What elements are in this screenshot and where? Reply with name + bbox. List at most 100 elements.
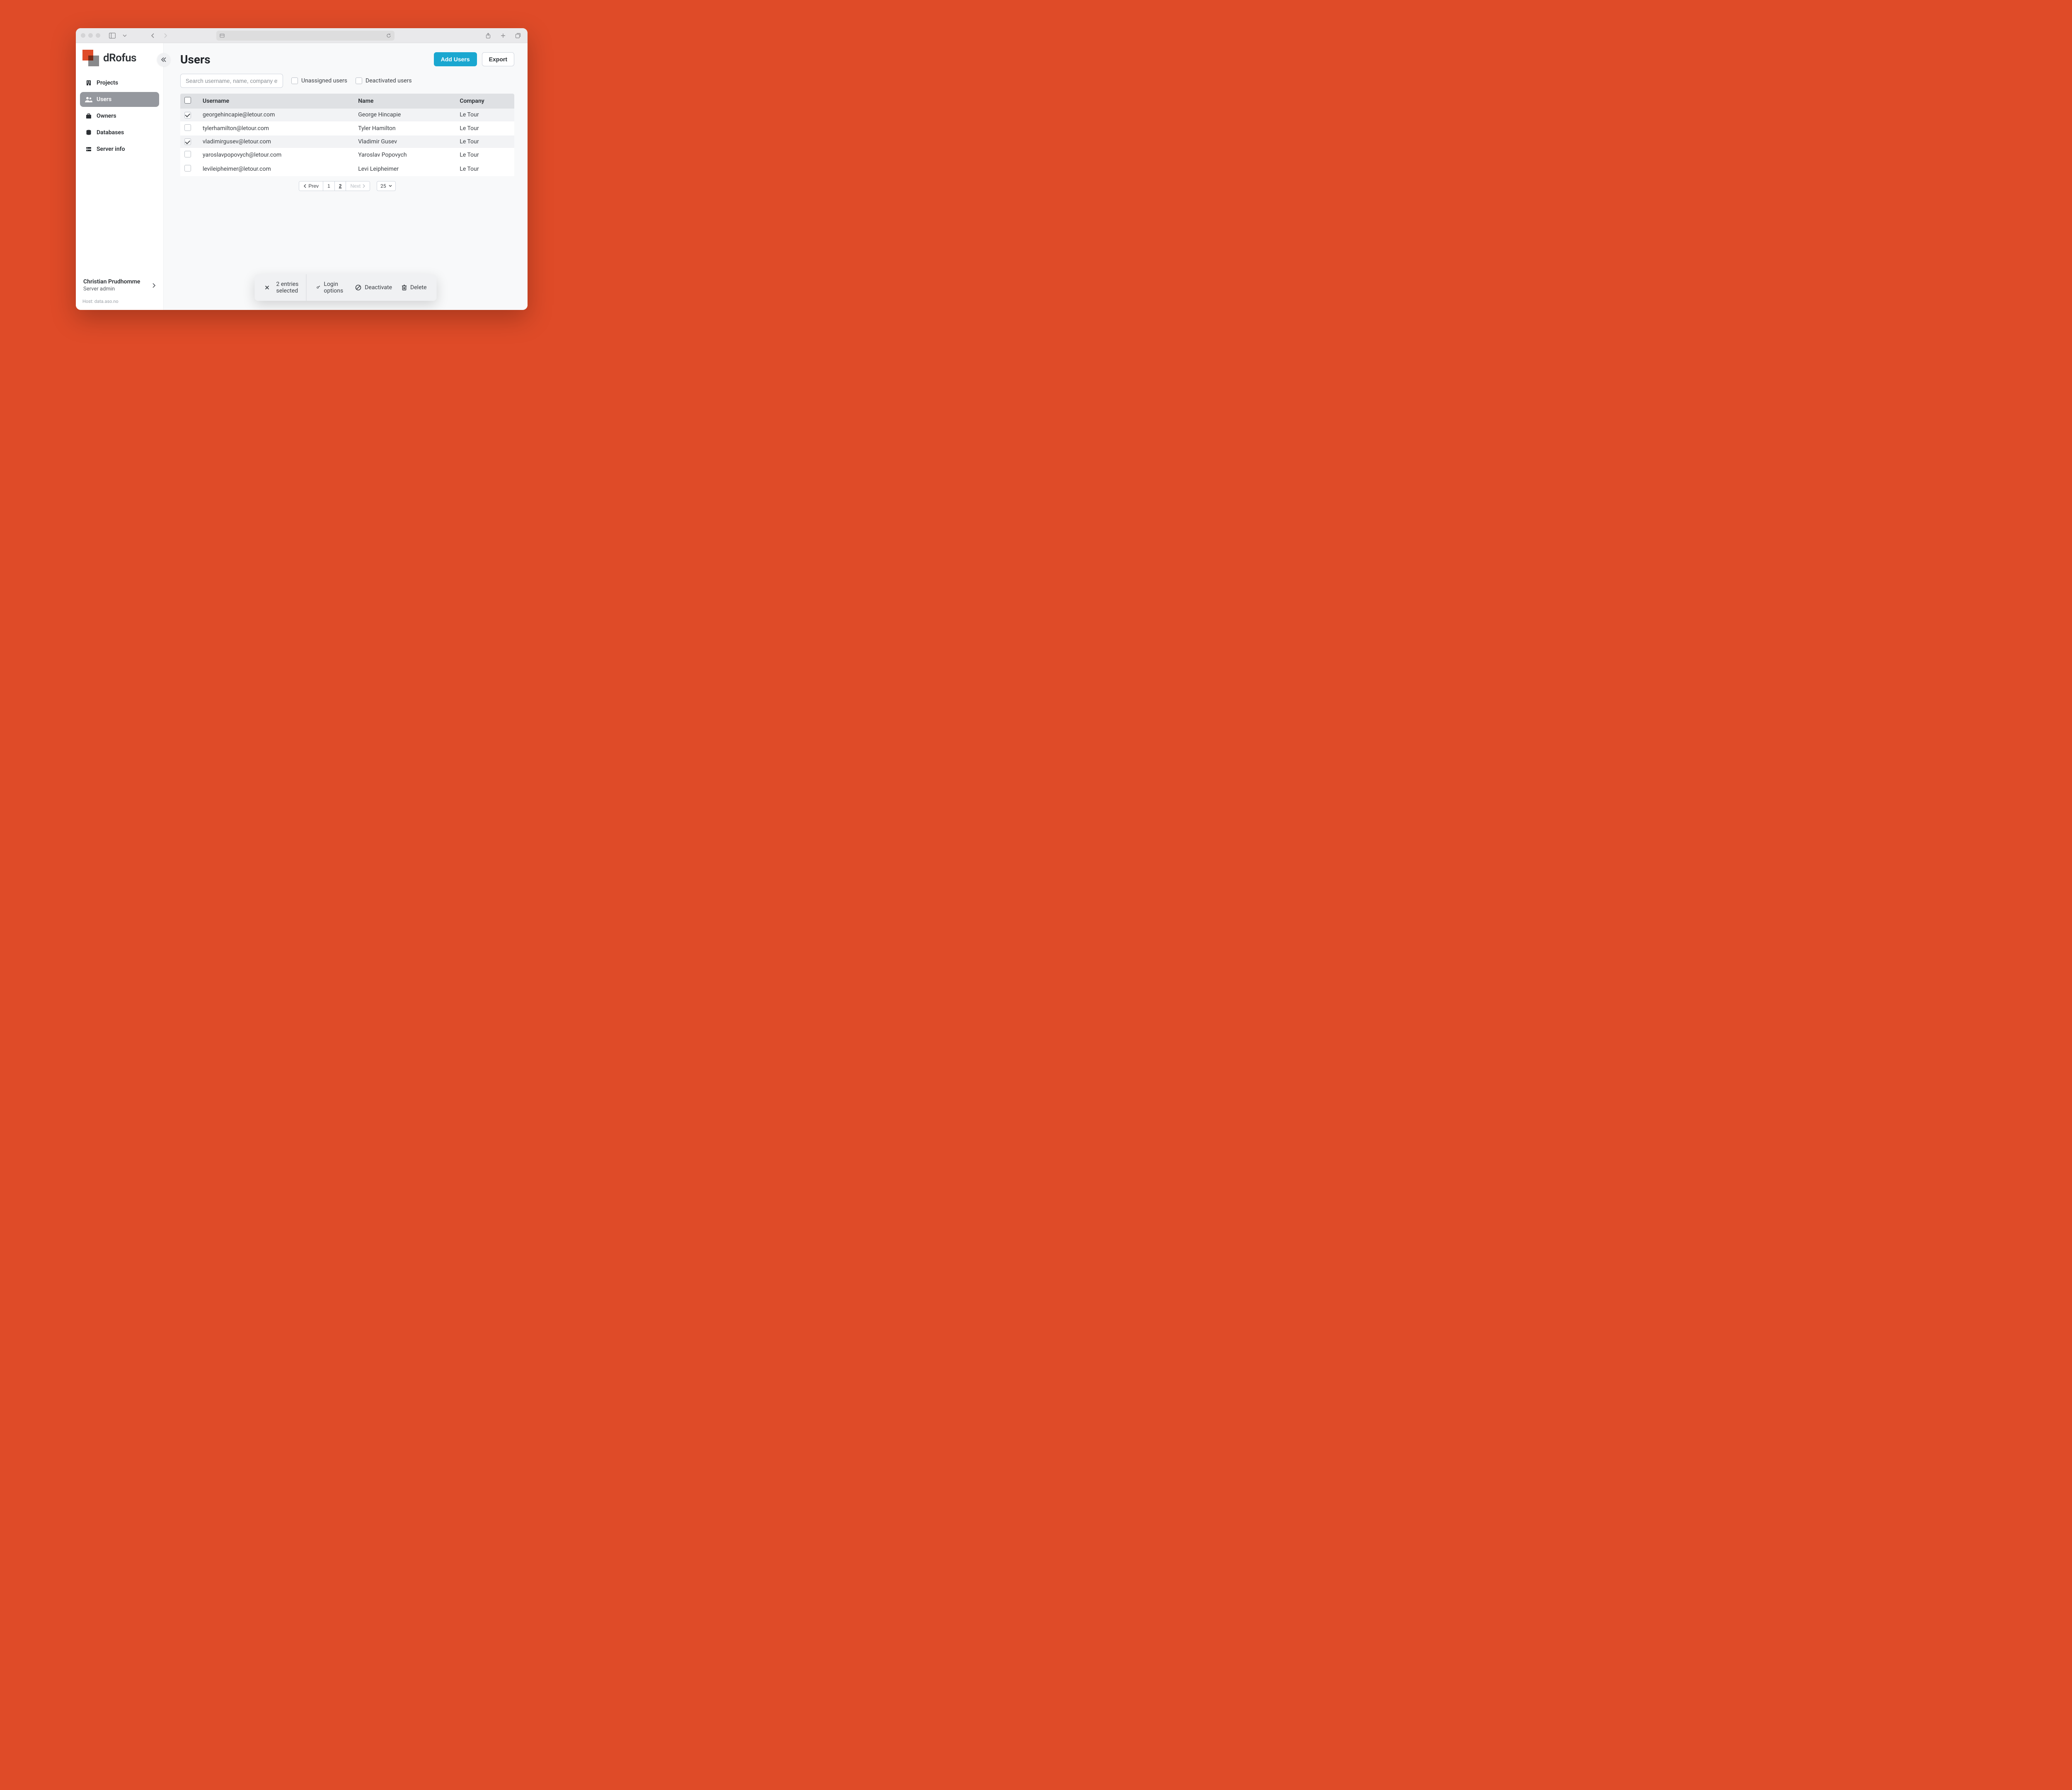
- profile-name: Christian Prudhomme: [83, 278, 140, 285]
- col-name[interactable]: Name: [354, 94, 455, 109]
- cell-company: Le Tour: [455, 148, 514, 162]
- col-username[interactable]: Username: [198, 94, 354, 109]
- select-all-checkbox[interactable]: [184, 97, 191, 104]
- login-options-button[interactable]: Login options: [314, 279, 348, 296]
- profile-card[interactable]: Christian Prudhomme Server admin: [82, 276, 157, 295]
- cell-company: Le Tour: [455, 109, 514, 121]
- sidebar-item-label: Owners: [97, 113, 116, 119]
- row-checkbox[interactable]: [184, 112, 191, 119]
- login-options-label: Login options: [324, 281, 346, 294]
- building-icon: [85, 80, 92, 86]
- pagination: Prev 1 2 Next: [299, 181, 370, 191]
- table-header-row: Username Name Company: [180, 94, 514, 109]
- brand-mark-icon: [82, 50, 99, 66]
- filter-unassigned[interactable]: Unassigned users: [291, 77, 347, 84]
- col-company[interactable]: Company: [455, 94, 514, 109]
- browser-window: dRofus Projects Users: [76, 28, 528, 310]
- deactivate-label: Deactivate: [365, 284, 392, 291]
- page-size-select[interactable]: 25: [377, 181, 396, 191]
- selection-action-bar: 2 entries selected Login options Deactiv…: [255, 274, 437, 301]
- table-row[interactable]: vladimirgusev@letour.com Vladimir Gusev …: [180, 135, 514, 148]
- nav-forward-icon[interactable]: [161, 31, 170, 40]
- delete-button[interactable]: Delete: [399, 283, 429, 293]
- page-2-button[interactable]: 2: [335, 181, 346, 191]
- row-checkbox[interactable]: [184, 124, 191, 131]
- sidebar-item-projects[interactable]: Projects: [80, 75, 159, 90]
- row-checkbox[interactable]: [184, 151, 191, 157]
- server-icon: [85, 146, 92, 152]
- sidebar-item-label: Users: [97, 96, 111, 103]
- profile-role: Server admin: [83, 286, 140, 292]
- filter-bar: Unassigned users Deactivated users: [164, 71, 528, 94]
- users-table: Username Name Company georgehincapie@let…: [180, 94, 514, 176]
- chevron-down-icon[interactable]: [120, 31, 129, 40]
- new-tab-icon[interactable]: [499, 31, 508, 40]
- row-checkbox[interactable]: [184, 138, 191, 145]
- sidebar-item-label: Databases: [97, 129, 124, 136]
- traffic-max-icon[interactable]: [96, 33, 100, 38]
- page-size-value: 25: [380, 183, 386, 189]
- sidebar-item-databases[interactable]: Databases: [80, 125, 159, 140]
- nav-back-icon[interactable]: [148, 31, 157, 40]
- sidebar-item-users[interactable]: Users: [80, 92, 159, 107]
- cell-company: Le Tour: [455, 121, 514, 135]
- page-1-button[interactable]: 1: [323, 181, 335, 191]
- delete-label: Delete: [410, 284, 426, 291]
- cell-name: Tyler Hamilton: [354, 121, 455, 135]
- checkbox-icon[interactable]: [356, 77, 362, 84]
- key-icon: [316, 284, 320, 291]
- sidebar-item-owners[interactable]: Owners: [80, 109, 159, 123]
- users-icon: [85, 96, 92, 103]
- pagination-row: Prev 1 2 Next 25: [180, 176, 514, 196]
- add-users-button[interactable]: Add Users: [434, 52, 477, 66]
- close-icon: [265, 285, 270, 290]
- filter-label: Unassigned users: [301, 77, 347, 84]
- cell-username: tylerhamilton@letour.com: [198, 121, 354, 135]
- filter-label: Deactivated users: [366, 77, 412, 84]
- cell-name: Levi Leipheimer: [354, 162, 455, 176]
- deactivate-button[interactable]: Deactivate: [352, 283, 395, 293]
- cell-company: Le Tour: [455, 162, 514, 176]
- share-icon[interactable]: [484, 31, 493, 40]
- brand-logo: dRofus: [80, 50, 159, 74]
- reload-icon[interactable]: [386, 33, 391, 38]
- filter-deactivated[interactable]: Deactivated users: [356, 77, 412, 84]
- sidebar-item-label: Projects: [97, 80, 118, 86]
- collapse-sidebar-button[interactable]: [157, 53, 170, 66]
- table-row[interactable]: georgehincapie@letour.com George Hincapi…: [180, 109, 514, 121]
- address-bar[interactable]: [216, 31, 395, 41]
- app-body: dRofus Projects Users: [76, 43, 528, 310]
- brand-name: dRofus: [103, 52, 136, 64]
- table-row[interactable]: yaroslavpopovych@letour.com Yaroslav Pop…: [180, 148, 514, 162]
- table-row[interactable]: levileipheimer@letour.com Levi Leipheime…: [180, 162, 514, 176]
- cell-name: George Hincapie: [354, 109, 455, 121]
- tabs-overview-icon[interactable]: [513, 31, 523, 40]
- sidebar-item-label: Server info: [97, 146, 125, 152]
- clear-selection-button[interactable]: [262, 283, 272, 292]
- prev-label: Prev: [308, 183, 319, 189]
- browser-chrome: [76, 28, 528, 43]
- sidebar-item-server-info[interactable]: Server info: [80, 142, 159, 157]
- chevron-right-icon: [152, 283, 156, 288]
- next-button[interactable]: Next: [346, 181, 370, 191]
- site-settings-icon: [220, 33, 225, 38]
- traffic-lights: [81, 33, 100, 38]
- selection-count-label: 2 entries selected: [276, 281, 299, 294]
- prev-button[interactable]: Prev: [299, 181, 323, 191]
- traffic-min-icon[interactable]: [88, 33, 93, 38]
- sidebar-toggle-icon[interactable]: [108, 31, 117, 40]
- cell-name: Vladimir Gusev: [354, 135, 455, 148]
- main-panel: Users Add Users Export Unassigned users …: [164, 43, 528, 310]
- sidebar-nav: Projects Users Owners: [80, 75, 159, 157]
- search-input[interactable]: [180, 74, 283, 88]
- page-title: Users: [180, 53, 211, 66]
- chevron-down-icon: [389, 184, 392, 188]
- export-button[interactable]: Export: [482, 52, 514, 66]
- cell-username: vladimirgusev@letour.com: [198, 135, 354, 148]
- cell-username: yaroslavpopovych@letour.com: [198, 148, 354, 162]
- table-row[interactable]: tylerhamilton@letour.com Tyler Hamilton …: [180, 121, 514, 135]
- checkbox-icon[interactable]: [291, 77, 298, 84]
- cell-username: georgehincapie@letour.com: [198, 109, 354, 121]
- row-checkbox[interactable]: [184, 165, 191, 172]
- traffic-close-icon[interactable]: [81, 33, 85, 38]
